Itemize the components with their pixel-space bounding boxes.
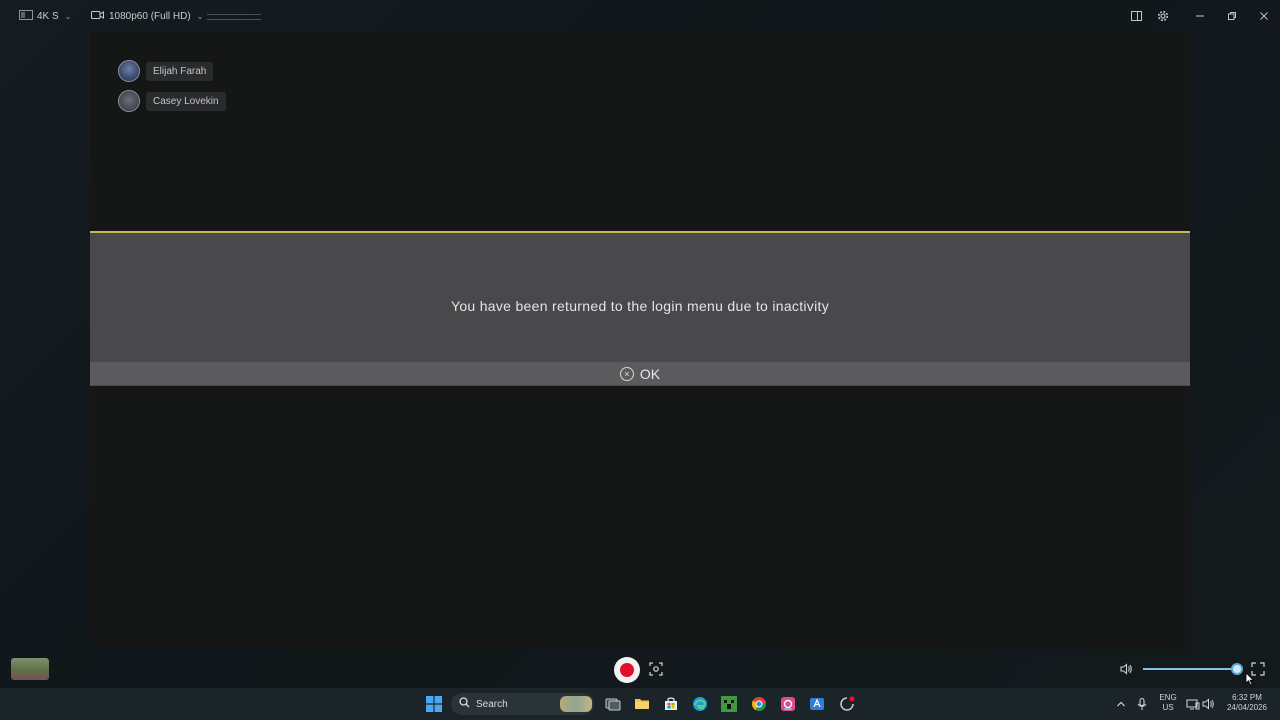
clock-date: 24/04/2026 [1226, 703, 1268, 712]
ok-button[interactable]: × OK [619, 365, 661, 382]
volume-slider[interactable] [1143, 663, 1244, 675]
sync-app-icon[interactable] [839, 696, 855, 712]
dialog-message: You have been returned to the login menu… [450, 298, 830, 314]
stream-status-bar [207, 14, 261, 20]
avatar [118, 90, 140, 112]
volume-slider-handle[interactable] [1231, 663, 1244, 675]
edge-browser-icon[interactable] [692, 696, 708, 712]
maximize-icon[interactable] [1224, 8, 1240, 24]
stream-top-bar: 4K S ⌄ 1080p60 (Full HD) ⌄ [0, 0, 1280, 32]
region-label: US [1162, 703, 1174, 712]
volume-fill [1143, 668, 1238, 670]
streaming-app-icon[interactable] [780, 696, 796, 712]
clock[interactable]: 6:32 PM 24/04/2026 [1222, 693, 1272, 713]
user-entry: Casey Lovekin [118, 90, 226, 112]
chrome-icon[interactable] [751, 696, 767, 712]
dialog-footer: × OK [90, 362, 1190, 385]
windows-start-icon[interactable] [426, 696, 442, 712]
minecraft-icon[interactable] [721, 696, 737, 712]
store-icon[interactable] [663, 696, 679, 712]
search-highlight-image [560, 696, 592, 712]
stream-thumbnail[interactable] [11, 658, 49, 680]
screenshot-icon[interactable] [649, 662, 665, 678]
inactivity-dialog: You have been returned to the login menu… [90, 231, 1190, 386]
ok-label: OK [639, 365, 661, 382]
dialog-accent-line [90, 231, 1190, 233]
user-name: Elijah Farah [146, 61, 214, 81]
task-view-icon[interactable] [605, 696, 621, 712]
sidebar-toggle-icon[interactable] [1128, 8, 1144, 24]
resolution-dropdown[interactable]: 1080p60 (Full HD) ⌄ [91, 8, 203, 24]
windows-taskbar: Search ENG US 6:32 PM 24/04/2026 [0, 688, 1280, 720]
search-label: Search [476, 698, 508, 710]
close-icon[interactable] [1256, 8, 1272, 24]
quality-dropdown[interactable]: 4K S ⌄ [19, 8, 71, 24]
search-icon [459, 697, 470, 711]
microphone-icon[interactable] [1134, 696, 1150, 712]
language-indicator[interactable]: ENG US [1155, 693, 1181, 713]
network-icon[interactable] [1185, 696, 1201, 712]
record-button[interactable] [614, 657, 640, 683]
active-app-indicator [784, 708, 792, 710]
gear-icon[interactable] [1155, 8, 1171, 24]
record-icon [620, 663, 634, 677]
minimize-icon[interactable] [1192, 8, 1208, 24]
chevron-down-icon: ⌄ [196, 11, 204, 21]
chevron-down-icon: ⌄ [64, 11, 72, 21]
clock-time: 6:32 PM [1232, 693, 1262, 702]
taskbar-search[interactable]: Search [451, 693, 594, 715]
avatar [118, 60, 140, 82]
remote-app-icon[interactable] [809, 696, 825, 712]
resolution-label: 1080p60 (Full HD) [109, 10, 191, 22]
file-explorer-icon[interactable] [634, 696, 650, 712]
camera-icon [91, 10, 104, 23]
user-name: Casey Lovekin [146, 91, 226, 111]
video-quality-icon [19, 9, 33, 23]
language-label: ENG [1159, 693, 1177, 702]
user-entry: Elijah Farah [118, 60, 214, 82]
speaker-icon[interactable] [1119, 662, 1135, 678]
chevron-up-icon[interactable] [1113, 696, 1129, 712]
game-stream-view[interactable]: Elijah Farah Casey Lovekin You have been… [90, 32, 1190, 650]
volume-tray-icon[interactable] [1201, 696, 1217, 712]
quality-label: 4K S [37, 10, 59, 22]
circle-x-button-icon: × [619, 366, 634, 381]
